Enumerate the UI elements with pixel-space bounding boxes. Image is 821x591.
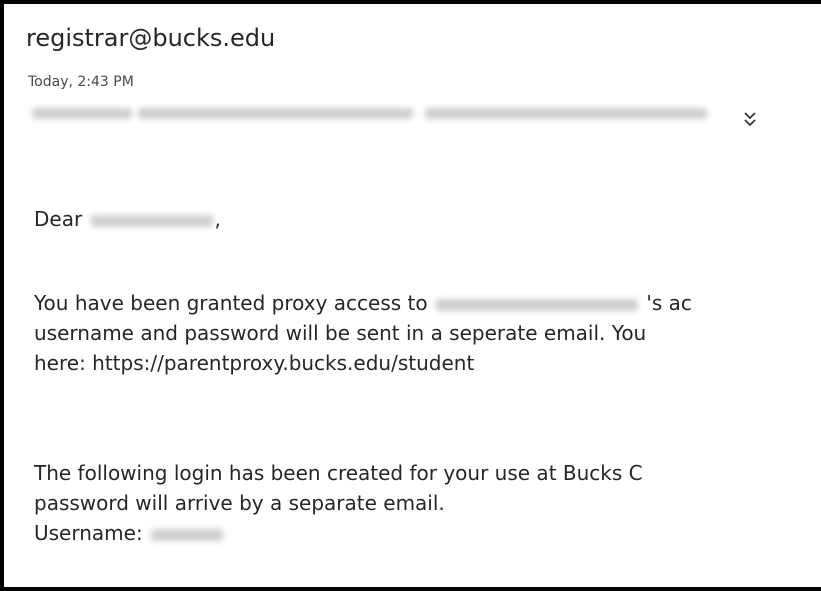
sender-address[interactable]: registrar@bucks.edu bbox=[26, 24, 275, 52]
paragraph-1-line-1: You have been granted proxy access to 's… bbox=[34, 288, 692, 318]
redacted-recipient-1 bbox=[32, 108, 132, 119]
double-chevron-down-icon[interactable] bbox=[743, 110, 757, 128]
username-line: Username: bbox=[34, 518, 225, 548]
greeting-prefix: Dear bbox=[34, 207, 83, 231]
paragraph-1-line-2: username and password will be sent in a … bbox=[34, 321, 647, 345]
paragraph-1-text-b: 's ac bbox=[646, 291, 692, 315]
paragraph-2-line-1: The following login has been created for… bbox=[34, 461, 643, 485]
redacted-student-name bbox=[435, 298, 638, 311]
paragraph-2-line-2: password will arrive by a separate email… bbox=[34, 491, 445, 515]
paragraph-1-text-a: You have been granted proxy access to bbox=[34, 291, 428, 315]
greeting-line: Dear , bbox=[34, 204, 221, 234]
received-timestamp: Today, 2:43 PM bbox=[28, 74, 134, 90]
redacted-recipient-3 bbox=[425, 108, 707, 119]
redacted-recipient-name bbox=[90, 214, 213, 227]
recipient-list[interactable] bbox=[32, 108, 707, 119]
redacted-recipient-2 bbox=[138, 108, 413, 119]
greeting-suffix: , bbox=[214, 207, 221, 231]
email-reading-pane: registrar@bucks.edu Today, 2:43 PM Dear … bbox=[0, 0, 821, 591]
username-label: Username: bbox=[34, 521, 143, 545]
redacted-username bbox=[151, 528, 224, 541]
paragraph-1-line-3: here: https://parentproxy.bucks.edu/stud… bbox=[34, 351, 475, 375]
